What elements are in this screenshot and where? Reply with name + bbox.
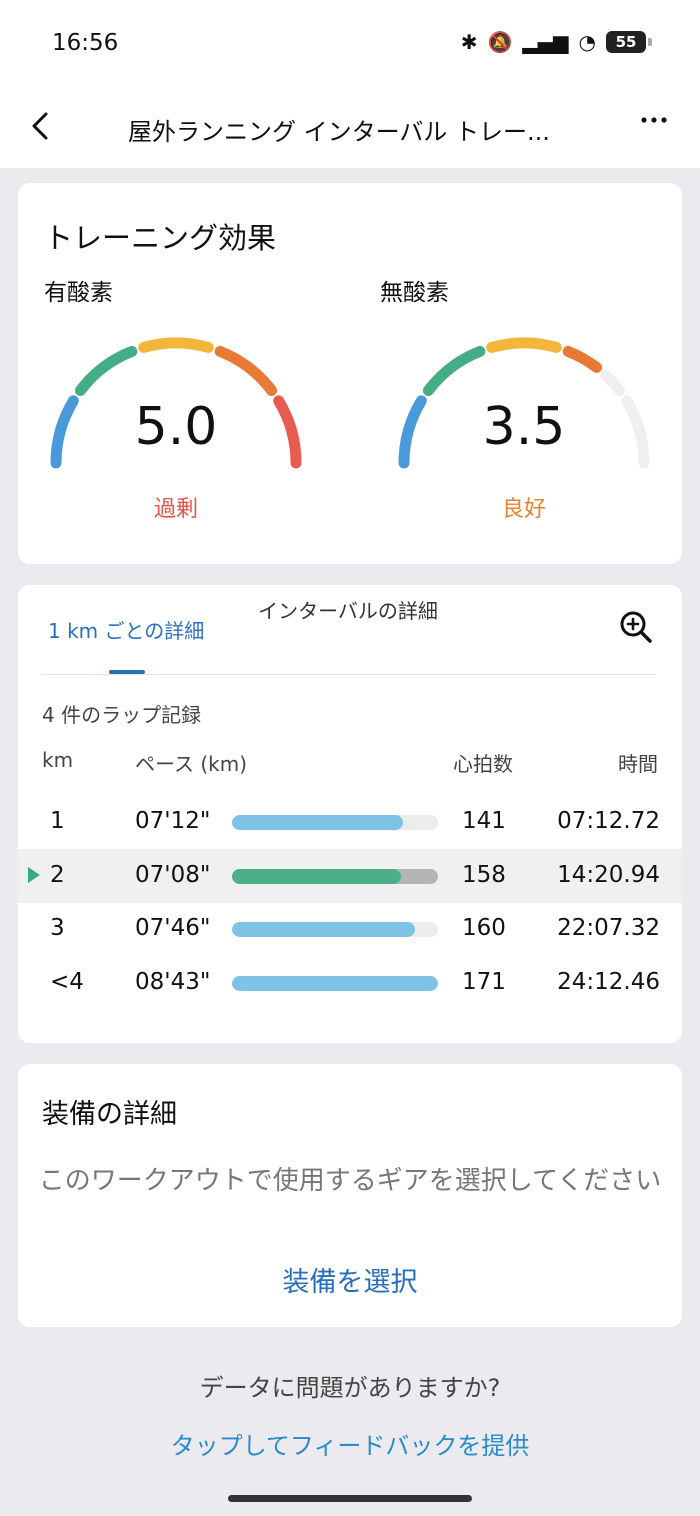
lap-row[interactable]: 2 07'08" 158 14:20.94 — [18, 848, 682, 903]
lap-pace: 08'43" — [135, 968, 211, 995]
pace-bar — [232, 868, 438, 884]
status-time: 16:56 — [52, 30, 119, 56]
pace-bar — [232, 922, 438, 937]
anaerobic-status: 良好 — [501, 497, 546, 522]
home-indicator[interactable] — [228, 1495, 472, 1502]
gauge-segment-red — [273, 395, 302, 469]
gauge-segment-yellow — [138, 337, 214, 353]
gauge-segment-empty — [600, 370, 626, 396]
feedback-question: データに問題がありますか? — [199, 1374, 501, 1402]
column-heart-rate: 心拍数 — [453, 752, 513, 776]
lap-pace: 07'46" — [135, 915, 211, 941]
pace-bar-fill — [232, 922, 416, 937]
column-time: 時間 — [618, 752, 658, 776]
tab-per-km[interactable]: 1 km ごとの詳細 — [48, 611, 204, 651]
lap-time: 24:12.46 — [557, 968, 660, 995]
tab-interval[interactable]: インターバルの詳細 — [250, 591, 446, 631]
lap-km: <4 — [50, 968, 84, 995]
lap-pace: 07'08" — [135, 861, 211, 888]
training-effect-card: トレーニング効果 有酸素 無酸素 5.0 3.5 過剰 良好 — [18, 183, 682, 564]
gauge-segment-orange — [214, 345, 278, 396]
lap-heart-rate: 158 — [462, 861, 506, 888]
column-pace: ペース (km) — [135, 752, 248, 776]
lap-km: 1 — [50, 808, 65, 834]
gauge-segment-green — [74, 345, 138, 396]
tab-divider — [42, 674, 656, 675]
lap-heart-rate: 141 — [462, 808, 506, 834]
laps-card: 1 km ごとの詳細 インターバルの詳細 4 件のラップ記録 km ペース (k… — [18, 585, 682, 1043]
back-arrow-icon[interactable] — [22, 106, 62, 146]
bluetooth-icon: ✱ — [460, 30, 478, 54]
select-gear-link[interactable]: 装備を選択 — [18, 1260, 682, 1299]
wifi-icon: ◔ — [578, 30, 596, 54]
gear-card: 装備の詳細 このワークアウトで使用するギアを選択してください 装備を選択 — [18, 1064, 682, 1327]
mute-icon: 🔕 — [487, 30, 513, 54]
column-km: km — [42, 748, 74, 772]
gear-title: 装備の詳細 — [42, 1099, 177, 1130]
anaerobic-value: 3.5 — [482, 397, 566, 457]
aerobic-value: 5.0 — [134, 397, 218, 457]
lap-km: 3 — [50, 915, 65, 941]
anaerobic-label: 無酸素 — [380, 280, 449, 306]
lap-heart-rate: 171 — [462, 968, 506, 995]
lap-pace: 07'12" — [135, 808, 211, 834]
gauge-segment-empty — [621, 395, 650, 469]
app-bar: 屋外ランニング インターバル トレー... — [0, 90, 700, 168]
status-bar: 16:56 ✱ 🔕 ▂▄▆ ◔ 55 — [0, 0, 700, 90]
gear-description: このワークアウトで使用するギアを選択してください — [38, 1166, 662, 1196]
lap-time: 22:07.32 — [557, 915, 660, 941]
lap-count: 4 件のラップ記録 — [42, 703, 202, 727]
lap-row[interactable]: 1 07'12" 141 07:12.72 — [18, 795, 682, 849]
lap-row[interactable]: <4 08'43" 171 24:12.46 — [18, 956, 682, 1010]
page-title: 屋外ランニング インターバル トレー... — [128, 118, 550, 146]
status-icons: ✱ 🔕 ▂▄▆ ◔ 55 — [460, 30, 652, 54]
gauge-segment-yellow — [486, 337, 562, 353]
pace-bar-fill — [232, 975, 438, 991]
lap-row[interactable]: 3 07'46" 160 22:07.32 — [18, 902, 682, 956]
gauge-segment-blue — [398, 395, 427, 469]
zoom-in-icon[interactable] — [618, 609, 654, 645]
aerobic-label: 有酸素 — [44, 280, 113, 306]
signal-icon: ▂▄▆ — [522, 30, 569, 54]
pace-bar — [232, 815, 438, 830]
gauge-segment-orange — [562, 345, 603, 373]
lap-time: 14:20.94 — [557, 861, 660, 888]
feedback-link[interactable]: タップしてフィードバックを提供 — [0, 1426, 700, 1461]
lap-heart-rate: 160 — [462, 915, 506, 941]
battery-icon: 55 — [606, 31, 652, 53]
pace-bar-fill — [232, 815, 403, 830]
training-effect-title: トレーニング効果 — [44, 221, 277, 255]
selected-marker-icon — [28, 866, 40, 883]
gauge-segment-blue — [50, 395, 79, 469]
more-icon[interactable] — [638, 104, 670, 144]
aerobic-status: 過剰 — [153, 497, 198, 522]
lap-time: 07:12.72 — [557, 808, 660, 834]
pace-bar-fill — [232, 868, 401, 884]
gauge-segment-green — [422, 345, 486, 396]
lap-km: 2 — [50, 861, 65, 888]
pace-bar — [232, 975, 438, 991]
